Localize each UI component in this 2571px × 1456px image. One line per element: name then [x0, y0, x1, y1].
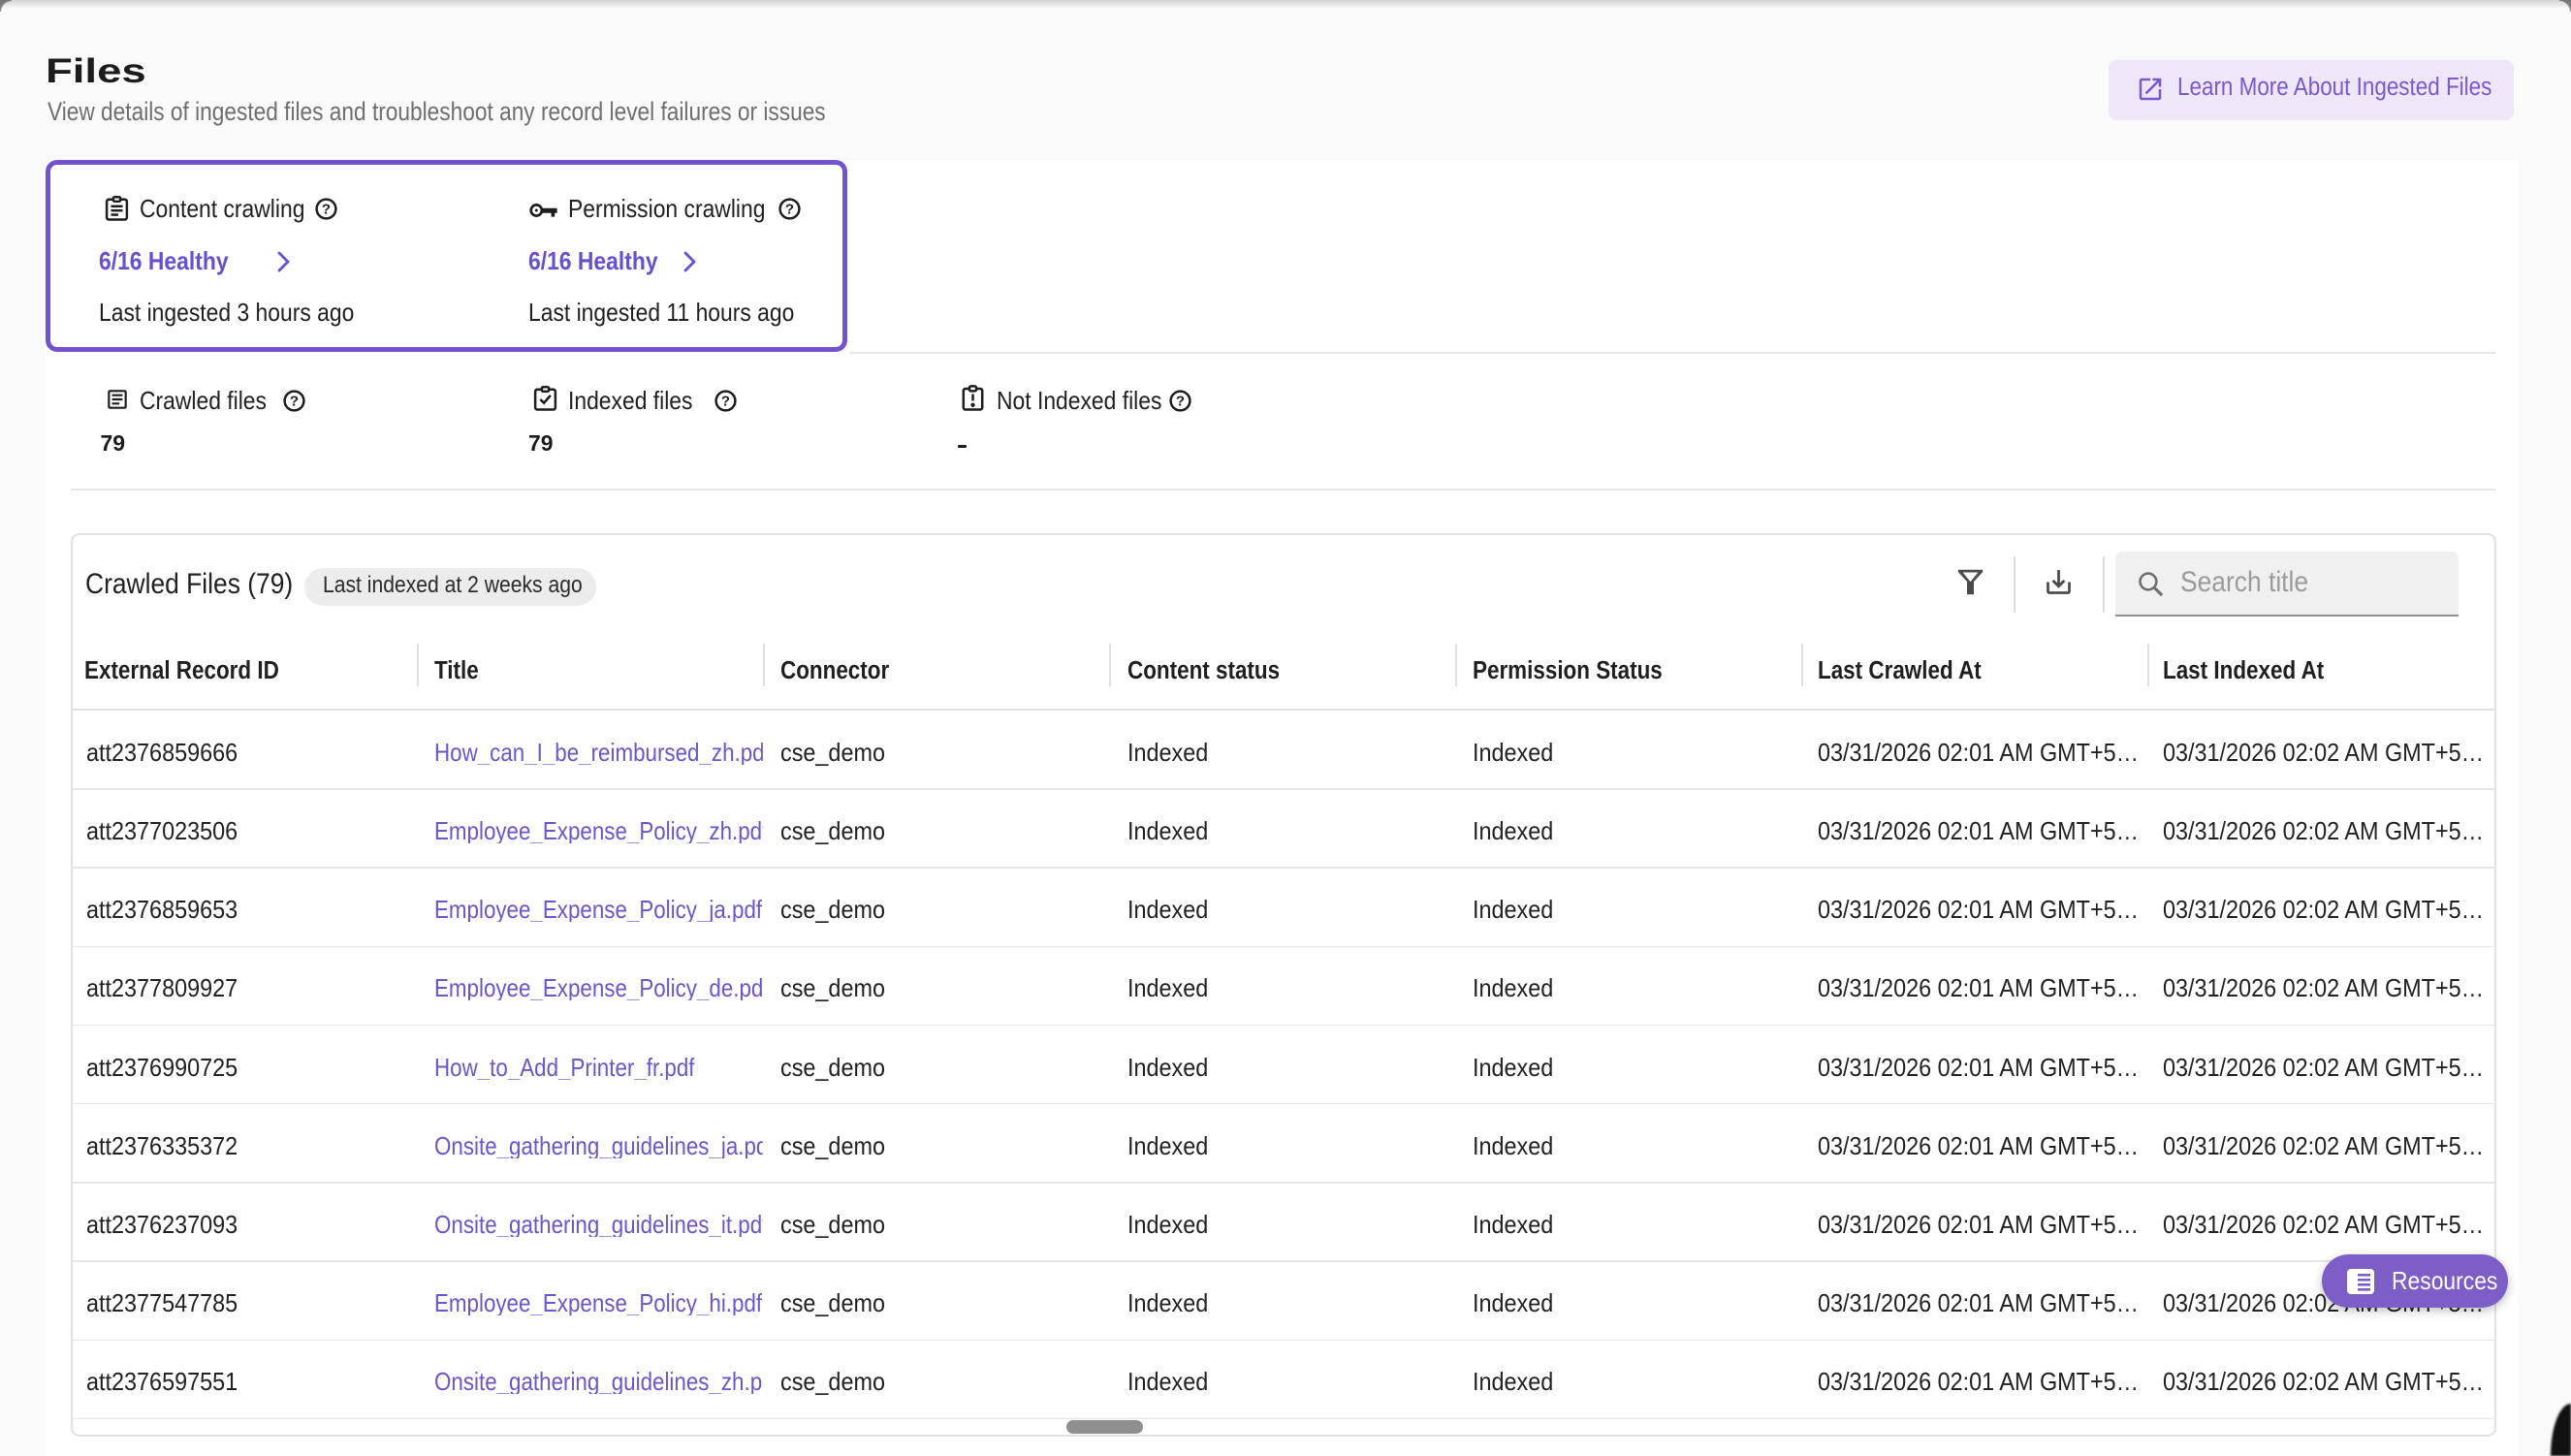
svg-text:?: ?	[290, 394, 299, 410]
svg-text:?: ?	[322, 202, 331, 218]
svg-text:?: ?	[785, 202, 794, 218]
svg-text:?: ?	[1176, 394, 1185, 410]
svg-text:?: ?	[721, 394, 730, 410]
